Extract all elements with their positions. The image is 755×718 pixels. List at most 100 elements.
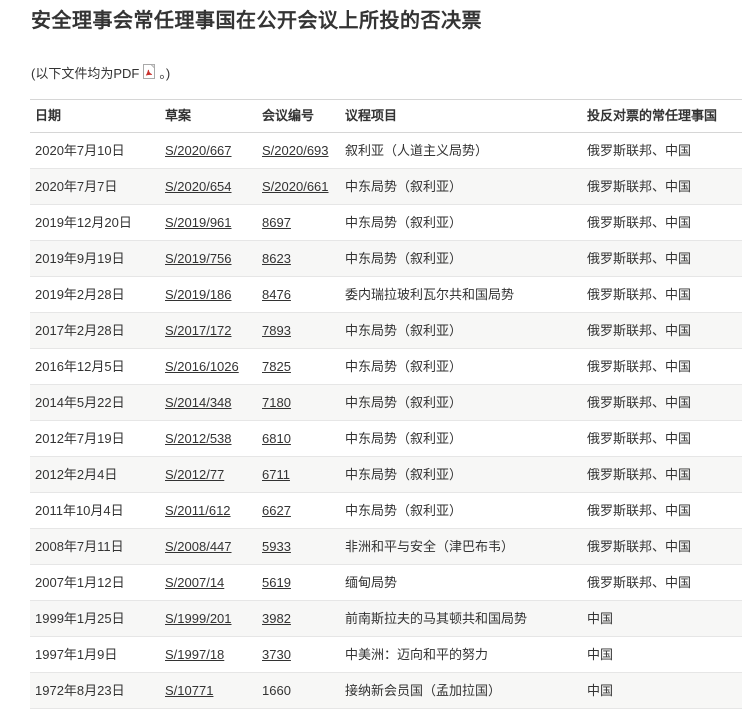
agenda-text: 中东局势（叙利亚） bbox=[345, 467, 462, 482]
agenda-cell: 中东局势（叙利亚） bbox=[340, 205, 582, 241]
draft-cell: S/2020/654 bbox=[160, 169, 257, 205]
draft-link[interactable]: S/2016/1026 bbox=[165, 359, 239, 374]
draft-link[interactable]: S/2019/756 bbox=[165, 251, 232, 266]
date-cell: 2011年10月4日 bbox=[30, 493, 160, 529]
date-cell: 2008年7月11日 bbox=[30, 529, 160, 565]
meeting-link[interactable]: 7825 bbox=[262, 359, 291, 374]
table-row: 2008年7月11日 S/2008/447 5933 非洲和平与安全（津巴布韦）… bbox=[30, 529, 742, 565]
page-title: 安全理事会常任理事国在公开会议上所投的否决票 bbox=[31, 9, 742, 33]
table-row: 2011年10月4日 S/2011/612 6627 中东局势（叙利亚） 俄罗斯… bbox=[30, 493, 742, 529]
table-row: 2019年2月28日 S/2019/186 8476 委内瑞拉玻利瓦尔共和国局势… bbox=[30, 277, 742, 313]
column-header-date: 日期 bbox=[30, 100, 160, 133]
draft-cell: S/2020/667 bbox=[160, 133, 257, 169]
date-text: 2008年7月11日 bbox=[35, 539, 124, 554]
draft-link[interactable]: S/2019/961 bbox=[165, 215, 232, 230]
agenda-text: 中东局势（叙利亚） bbox=[345, 503, 462, 518]
table-row: 1997年1月9日 S/1997/18 3730 中美洲：迈向和平的努力 中国 bbox=[30, 637, 742, 673]
meeting-link[interactable]: 7893 bbox=[262, 323, 291, 338]
date-cell: 2012年2月4日 bbox=[30, 457, 160, 493]
agenda-cell: 中东局势（叙利亚） bbox=[340, 457, 582, 493]
meeting-cell: 8623 bbox=[257, 241, 340, 277]
meeting-link[interactable]: 5933 bbox=[262, 539, 291, 554]
date-text: 2007年1月12日 bbox=[35, 575, 125, 590]
veto-members-cell: 俄罗斯联邦、中国 bbox=[582, 493, 742, 529]
draft-cell: S/2012/77 bbox=[160, 457, 257, 493]
meeting-cell: 7825 bbox=[257, 349, 340, 385]
agenda-text: 接纳新会员国（孟加拉国） bbox=[345, 683, 501, 698]
draft-link[interactable]: S/2007/14 bbox=[165, 575, 224, 590]
date-text: 1997年1月9日 bbox=[35, 647, 117, 662]
draft-link[interactable]: S/10771 bbox=[165, 683, 213, 698]
draft-link[interactable]: S/2011/612 bbox=[165, 503, 231, 518]
draft-link[interactable]: S/2012/538 bbox=[165, 431, 232, 446]
date-cell: 2012年7月19日 bbox=[30, 421, 160, 457]
meeting-link[interactable]: 8697 bbox=[262, 215, 291, 230]
veto-members-cell: 俄罗斯联邦、中国 bbox=[582, 169, 742, 205]
table-row: 2007年1月12日 S/2007/14 5619 缅甸局势 俄罗斯联邦、中国 bbox=[30, 565, 742, 601]
date-text: 1972年8月23日 bbox=[35, 683, 125, 698]
veto-members-cell: 俄罗斯联邦、中国 bbox=[582, 133, 742, 169]
draft-cell: S/2016/1026 bbox=[160, 349, 257, 385]
draft-link[interactable]: S/2008/447 bbox=[165, 539, 232, 554]
meeting-link[interactable]: S/2020/661 bbox=[262, 179, 329, 194]
date-text: 2020年7月10日 bbox=[35, 143, 125, 158]
agenda-text: 中东局势（叙利亚） bbox=[345, 431, 462, 446]
draft-cell: S/10771 bbox=[160, 673, 257, 709]
veto-members-cell: 中国 bbox=[582, 637, 742, 673]
agenda-cell: 叙利亚（人道主义局势） bbox=[340, 133, 582, 169]
draft-link[interactable]: S/1999/201 bbox=[165, 611, 232, 626]
veto-members-cell: 中国 bbox=[582, 673, 742, 709]
meeting-cell: 6627 bbox=[257, 493, 340, 529]
veto-table: 日期 草案 会议编号 议程项目 投反对票的常任理事国 2020年7月10日 S/… bbox=[30, 99, 742, 709]
draft-link[interactable]: S/2020/667 bbox=[165, 143, 232, 158]
veto-members-text: 俄罗斯联邦、中国 bbox=[587, 431, 691, 446]
meeting-link[interactable]: 3730 bbox=[262, 647, 291, 662]
meeting-link[interactable]: 3982 bbox=[262, 611, 291, 626]
agenda-cell: 中东局势（叙利亚） bbox=[340, 493, 582, 529]
meeting-link[interactable]: 6810 bbox=[262, 431, 291, 446]
meeting-link[interactable]: 8476 bbox=[262, 287, 291, 302]
meeting-cell: 8476 bbox=[257, 277, 340, 313]
draft-link[interactable]: S/2012/77 bbox=[165, 467, 224, 482]
veto-members-text: 俄罗斯联邦、中国 bbox=[587, 359, 691, 374]
meeting-link[interactable]: S/2020/693 bbox=[262, 143, 329, 158]
meeting-link[interactable]: 8623 bbox=[262, 251, 291, 266]
table-row: 2012年2月4日 S/2012/77 6711 中东局势（叙利亚） 俄罗斯联邦… bbox=[30, 457, 742, 493]
date-text: 2016年12月5日 bbox=[35, 359, 125, 374]
draft-link[interactable]: S/2017/172 bbox=[165, 323, 232, 338]
meeting-link[interactable]: 6627 bbox=[262, 503, 291, 518]
table-row: 1972年8月23日 S/10771 1660 接纳新会员国（孟加拉国） 中国 bbox=[30, 673, 742, 709]
table-row: 2016年12月5日 S/2016/1026 7825 中东局势（叙利亚） 俄罗… bbox=[30, 349, 742, 385]
draft-cell: S/2019/756 bbox=[160, 241, 257, 277]
agenda-text: 中东局势（叙利亚） bbox=[345, 251, 462, 266]
agenda-text: 中东局势（叙利亚） bbox=[345, 179, 462, 194]
date-text: 2019年12月20日 bbox=[35, 215, 132, 230]
meeting-link[interactable]: 7180 bbox=[262, 395, 291, 410]
table-row: 2017年2月28日 S/2017/172 7893 中东局势（叙利亚） 俄罗斯… bbox=[30, 313, 742, 349]
meeting-cell: 3982 bbox=[257, 601, 340, 637]
page-content: 安全理事会常任理事国在公开会议上所投的否决票 (以下文件均为PDF 。) 日期 … bbox=[0, 0, 755, 718]
draft-link[interactable]: S/2014/348 bbox=[165, 395, 232, 410]
veto-members-text: 俄罗斯联邦、中国 bbox=[587, 575, 691, 590]
draft-link[interactable]: S/1997/18 bbox=[165, 647, 224, 662]
date-cell: 2019年12月20日 bbox=[30, 205, 160, 241]
draft-link[interactable]: S/2020/654 bbox=[165, 179, 232, 194]
draft-link[interactable]: S/2019/186 bbox=[165, 287, 232, 302]
meeting-number-text: 1660 bbox=[262, 683, 291, 698]
agenda-text: 委内瑞拉玻利瓦尔共和国局势 bbox=[345, 287, 514, 302]
veto-table-header: 日期 草案 会议编号 议程项目 投反对票的常任理事国 bbox=[30, 100, 742, 133]
meeting-cell: 3730 bbox=[257, 637, 340, 673]
veto-members-cell: 俄罗斯联邦、中国 bbox=[582, 529, 742, 565]
draft-cell: S/2012/538 bbox=[160, 421, 257, 457]
date-cell: 2007年1月12日 bbox=[30, 565, 160, 601]
date-text: 2012年2月4日 bbox=[35, 467, 117, 482]
veto-members-cell: 俄罗斯联邦、中国 bbox=[582, 457, 742, 493]
meeting-link[interactable]: 5619 bbox=[262, 575, 291, 590]
table-row: 1999年1月25日 S/1999/201 3982 前南斯拉夫的马其顿共和国局… bbox=[30, 601, 742, 637]
draft-cell: S/1997/18 bbox=[160, 637, 257, 673]
table-row: 2019年9月19日 S/2019/756 8623 中东局势（叙利亚） 俄罗斯… bbox=[30, 241, 742, 277]
meeting-link[interactable]: 6711 bbox=[262, 467, 290, 482]
veto-members-text: 俄罗斯联邦、中国 bbox=[587, 215, 691, 230]
draft-cell: S/1999/201 bbox=[160, 601, 257, 637]
meeting-cell: 6711 bbox=[257, 457, 340, 493]
